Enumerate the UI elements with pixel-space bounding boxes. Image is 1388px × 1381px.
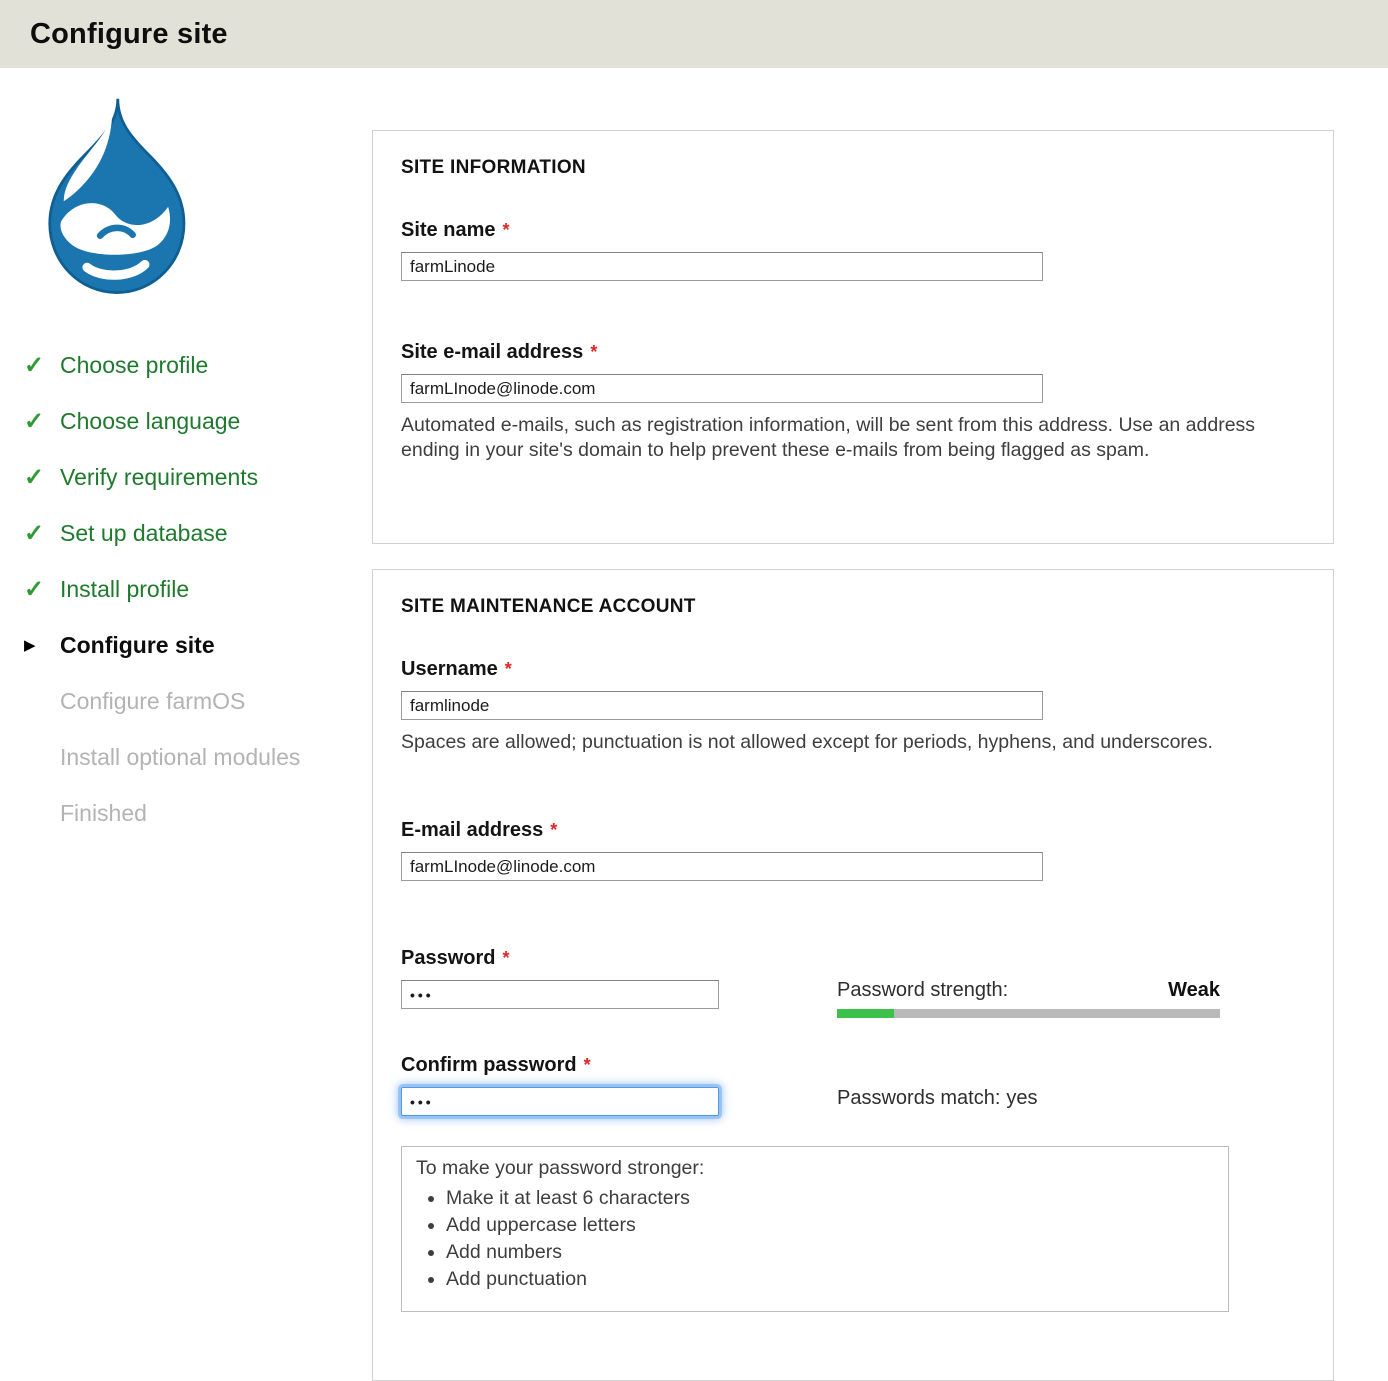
check-icon: ✓ [24,578,60,601]
suggestion-item: Make it at least 6 characters [446,1187,1214,1210]
passwords-match-label: Passwords match: [837,1087,1000,1109]
step-label: Set up database [60,522,228,545]
required-marker: * [502,220,509,240]
site-email-label: Site e-mail address* [401,341,1305,364]
page-title: Configure site [30,18,228,51]
confirm-password-row: Confirm password* Passwords match: yes [401,1054,1305,1116]
passwords-match-value: yes [1006,1087,1037,1109]
step-label: Configure farmOS [60,690,245,713]
password-label: Password* [401,947,837,970]
confirm-password-label: Confirm password* [401,1054,837,1077]
step-label: Install optional modules [60,746,300,769]
step-choose-profile: ✓ Choose profile [24,354,370,377]
site-information-section: SITE INFORMATION Site name* Site e-mail … [372,130,1334,544]
suggestion-item: Add uppercase letters [446,1214,1214,1237]
password-strength-value: Weak [1168,979,1220,1002]
step-label: Configure site [60,634,215,657]
configure-site-form: SITE INFORMATION Site name* Site e-mail … [370,68,1332,1381]
username-label: Username* [401,658,1305,681]
step-finished: Finished [24,802,370,825]
required-marker: * [590,342,597,362]
site-maintenance-account-section: SITE MAINTENANCE ACCOUNT Username* Space… [372,569,1334,1381]
password-strength-bar-fill [837,1009,894,1018]
password-field-wrap: Password* [401,947,837,1018]
required-marker: * [550,820,557,840]
site-information-heading: SITE INFORMATION [401,157,1305,179]
required-marker: * [502,948,509,968]
passwords-match-status: Passwords match: yes [837,1087,1220,1110]
check-icon: ✓ [24,466,60,489]
password-row: Password* Password strength: Weak [401,947,1305,1018]
required-marker: * [584,1055,591,1075]
step-verify-requirements: ✓ Verify requirements [24,466,370,489]
password-input[interactable] [401,980,719,1009]
site-name-input[interactable] [401,252,1043,281]
step-label: Choose language [60,410,240,433]
check-icon: ✓ [24,522,60,545]
confirm-password-input[interactable] [401,1087,719,1116]
step-label: Verify requirements [60,466,258,489]
suggestion-item: Add punctuation [446,1268,1214,1291]
password-strength-label: Password strength: [837,979,1008,1002]
step-label: Finished [60,802,147,825]
suggestion-item: Add numbers [446,1241,1214,1264]
password-suggestions-list: Make it at least 6 characters Add upperc… [416,1187,1214,1291]
account-email-input[interactable] [401,852,1043,881]
step-choose-language: ✓ Choose language [24,410,370,433]
step-label: Choose profile [60,354,208,377]
content: ✓ Choose profile ✓ Choose language ✓ Ver… [0,68,1388,1381]
confirm-password-field-wrap: Confirm password* [401,1054,837,1116]
username-input[interactable] [401,691,1043,720]
step-install-profile: ✓ Install profile [24,578,370,601]
site-name-label: Site name* [401,219,1305,242]
step-set-up-database: ✓ Set up database [24,522,370,545]
page-header: Configure site [0,0,1388,68]
username-description: Spaces are allowed; punctuation is not a… [401,730,1305,755]
account-email-label: E-mail address* [401,819,1305,842]
site-email-input[interactable] [401,374,1043,403]
site-maintenance-heading: SITE MAINTENANCE ACCOUNT [401,596,1305,618]
check-icon: ✓ [24,354,60,377]
password-strength-bar [837,1009,1220,1018]
password-strength-indicator: Password strength: Weak [837,979,1220,1018]
password-suggestions-title: To make your password stronger: [416,1157,1214,1180]
sidebar: ✓ Choose profile ✓ Choose language ✓ Ver… [0,68,370,1381]
passwords-match-wrap: Passwords match: yes [837,1054,1220,1116]
check-icon: ✓ [24,410,60,433]
step-label: Install profile [60,578,189,601]
step-configure-farmos: Configure farmOS [24,690,370,713]
step-configure-site: ▶ Configure site [24,634,370,657]
password-strength-wrap: Password strength: Weak [837,947,1220,1018]
current-step-arrow-icon: ▶ [24,634,60,657]
required-marker: * [505,659,512,679]
install-steps: ✓ Choose profile ✓ Choose language ✓ Ver… [24,354,370,825]
step-install-optional-modules: Install optional modules [24,746,370,769]
password-suggestions-box: To make your password stronger: Make it … [401,1146,1229,1312]
drupal-logo [20,95,210,300]
password-area: Password* Password strength: Weak [401,947,1305,1116]
site-email-description: Automated e-mails, such as registration … [401,413,1305,463]
